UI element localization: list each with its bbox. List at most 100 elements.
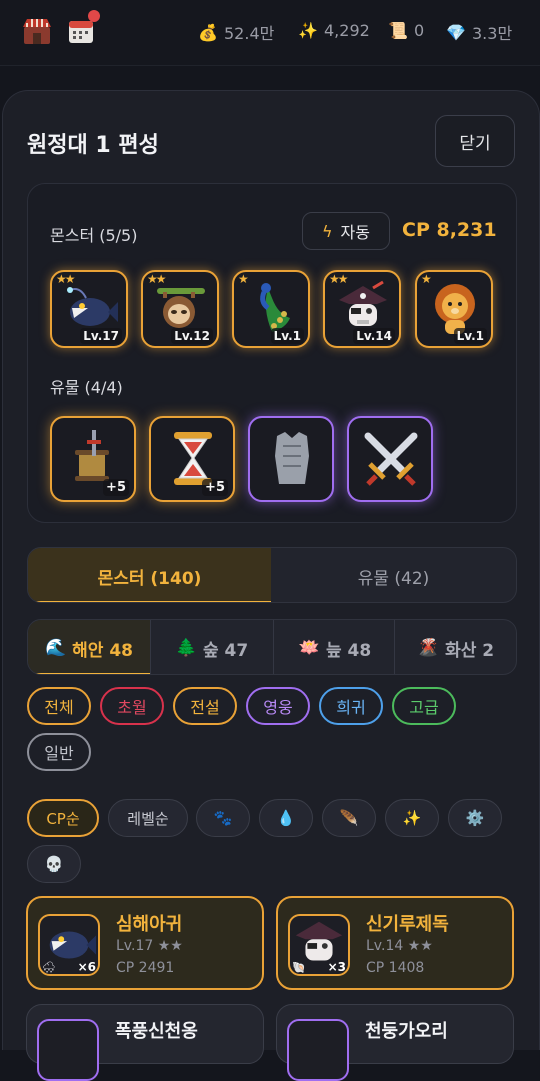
sort-water-icon[interactable]: 💧 xyxy=(259,799,313,837)
relic-slot-scroll[interactable]: +5 xyxy=(50,416,136,502)
monster-stars: ★ xyxy=(421,272,432,286)
monster-name: 심해아귀 xyxy=(116,914,183,935)
relic-slot-hourglass[interactable]: +5 xyxy=(149,416,235,502)
owned-count: ×6 xyxy=(77,960,96,974)
monster-level-row: Lv.14 ★★ xyxy=(366,938,433,954)
shop-icon[interactable] xyxy=(20,14,54,48)
monster-name: 신기루제독 xyxy=(366,914,449,935)
monster-cp: CP 2491 xyxy=(116,960,175,976)
close-button[interactable]: 닫기 xyxy=(435,115,515,167)
sort-skull-icon[interactable]: 💀 xyxy=(27,845,81,883)
monster-level: Lv.1 xyxy=(453,328,487,344)
volcano-icon: 🌋 xyxy=(417,638,440,658)
party-cp: CP 8,231 xyxy=(402,219,497,241)
monster-level-row: Lv.17 ★★ xyxy=(116,938,183,954)
panel-title: 원정대 1 편성 xyxy=(27,133,159,158)
filter-legendary[interactable]: 전설 xyxy=(173,687,237,725)
sort-feather-icon[interactable]: 🪶 xyxy=(322,799,376,837)
relic-slot-swords[interactable] xyxy=(347,416,433,502)
monster-card-storm-albatross[interactable]: 폭풍신천옹 xyxy=(26,1004,264,1081)
sort-cp[interactable]: CP순 xyxy=(27,799,99,837)
avatar xyxy=(37,1019,99,1081)
auto-label: 자동 xyxy=(340,223,370,242)
biome-tabs: 🌊 해안 48 🌲 숲 47 🪷 늪 48 🌋 화산 2 xyxy=(27,619,517,675)
resource-scroll: 📜 0 xyxy=(388,20,424,40)
party-slot-lion[interactable]: ★ Lv.1 xyxy=(415,270,493,348)
tab-monsters[interactable]: 몬스터 (140) xyxy=(28,548,271,602)
monster-level: Lv.17 xyxy=(116,938,154,954)
tab-relics[interactable]: 유물 (42) xyxy=(271,548,516,602)
filter-advanced[interactable]: 고급 xyxy=(392,687,456,725)
calendar-icon[interactable] xyxy=(64,10,100,48)
gold-value: 52.4만 xyxy=(224,24,275,43)
biome-label: 늪 48 xyxy=(325,640,372,661)
monster-card-anglerfish[interactable]: 🌨 ×6 심해아귀 Lv.17 ★★ CP 2491 xyxy=(26,896,264,990)
avatar xyxy=(287,1019,349,1081)
biome-label: 화산 2 xyxy=(445,640,495,661)
filter-hero[interactable]: 영웅 xyxy=(246,687,310,725)
monster-stars: ★★ xyxy=(56,272,75,286)
owned-count: ×3 xyxy=(327,960,346,974)
sort-level[interactable]: 레벨순 xyxy=(108,799,188,837)
sort-sparkle-icon[interactable]: ✨ xyxy=(385,799,439,837)
avatar: 🌨 ×6 xyxy=(38,914,100,976)
armor-icon xyxy=(275,432,309,484)
biome-tab-forest[interactable]: 🌲 숲 47 xyxy=(151,620,273,674)
monster-stars: ★★ xyxy=(147,272,166,286)
monster-count-label: 몬스터 (5/5) xyxy=(50,226,138,245)
tree-icon: 🌲 xyxy=(175,638,197,658)
gem-icon: 💎 xyxy=(446,22,466,42)
biome-tab-volcano[interactable]: 🌋 화산 2 xyxy=(395,620,516,674)
top-bar: 💰 52.4만 ✨ 4,292 📜 0 💎 3.3만 xyxy=(0,0,540,66)
monster-stars: ★ xyxy=(238,272,249,286)
monster-stars: ★★ xyxy=(407,938,433,954)
wave-icon: 🌊 xyxy=(44,638,67,658)
monster-name: 천둥가오리 xyxy=(365,1021,448,1042)
relic-count-label: 유물 (4/4) xyxy=(50,378,123,397)
shell-icon: 🐚 xyxy=(292,961,306,974)
filter-transcendent[interactable]: 초월 xyxy=(100,687,164,725)
relic-upgrade: +5 xyxy=(103,479,129,496)
monster-level: Lv.12 xyxy=(171,328,213,344)
biome-tab-swamp[interactable]: 🪷 늪 48 xyxy=(274,620,396,674)
biome-label: 해안 48 xyxy=(72,640,134,661)
monster-stars: ★★ xyxy=(329,272,348,286)
relic-slot-armor[interactable] xyxy=(248,416,334,502)
money-bag-icon: 💰 xyxy=(198,22,218,42)
auto-button[interactable]: ϟ 자동 xyxy=(302,212,390,250)
filter-all[interactable]: 전체 xyxy=(27,687,91,725)
sparkle-value: 4,292 xyxy=(324,20,370,40)
gem-value: 3.3만 xyxy=(472,24,513,43)
relic-upgrade: +5 xyxy=(202,479,228,496)
monster-level: Lv.17 xyxy=(80,328,122,344)
monster-card-thunder-ray[interactable]: 천둥가오리 xyxy=(276,1004,514,1081)
resource-gem: 💎 3.3만 xyxy=(446,20,512,44)
filter-common[interactable]: 일반 xyxy=(27,733,91,771)
biome-label: 숲 47 xyxy=(202,640,249,661)
party-slot-pirate[interactable]: ★★ Lv.14 xyxy=(323,270,401,348)
list-tabs: 몬스터 (140) 유물 (42) xyxy=(27,547,517,603)
lightning-icon: ϟ xyxy=(321,221,333,241)
sparkle-icon: ✨ xyxy=(298,20,318,40)
monster-card-pirate[interactable]: 🐚 ×3 신기루제독 Lv.14 ★★ CP 1408 xyxy=(276,896,514,990)
scroll-value: 0 xyxy=(414,20,425,40)
party-slot-peacock[interactable]: ★ Lv.1 xyxy=(232,270,310,348)
monster-level: Lv.14 xyxy=(366,938,404,954)
crossed-swords-icon xyxy=(364,432,418,486)
party-slot-sloth[interactable]: ★★ Lv.12 xyxy=(141,270,219,348)
biome-tab-coast[interactable]: 🌊 해안 48 xyxy=(28,620,150,674)
weather-icon: 🌨 xyxy=(42,961,56,974)
party-slot-anglerfish[interactable]: ★★ Lv.17 xyxy=(50,270,128,348)
sort-paw-icon[interactable]: 🐾 xyxy=(196,799,250,837)
filter-rare[interactable]: 희귀 xyxy=(319,687,383,725)
scroll-icon: 📜 xyxy=(388,20,408,40)
resource-sparkle: ✨ 4,292 xyxy=(298,20,370,40)
avatar: 🐚 ×3 xyxy=(288,914,350,976)
sort-gear-icon[interactable]: ⚙️ xyxy=(448,799,502,837)
resource-gold: 💰 52.4만 xyxy=(198,20,274,44)
monster-stars: ★★ xyxy=(157,938,183,954)
monster-level: Lv.1 xyxy=(270,328,304,344)
notification-dot xyxy=(88,10,100,22)
party-box: 몬스터 (5/5) ϟ 자동 CP 8,231 ★★ Lv.17 ★★ Lv.1… xyxy=(27,183,517,523)
monster-name: 폭풍신천옹 xyxy=(115,1021,198,1042)
